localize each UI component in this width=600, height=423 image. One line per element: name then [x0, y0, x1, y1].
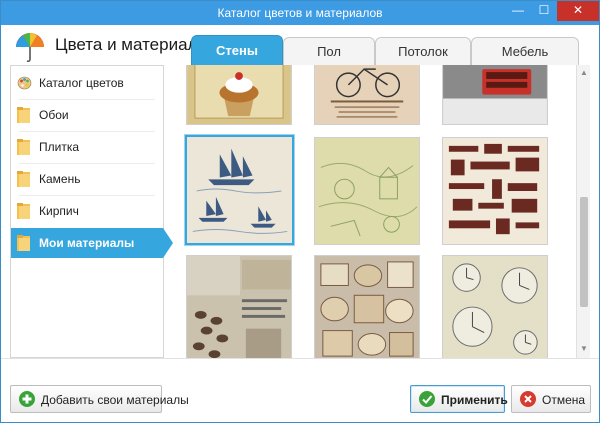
title-bar[interactable]: Каталог цветов и материалов — ☐ ✕: [1, 1, 599, 25]
material-tile-clocks[interactable]: [442, 255, 548, 358]
scroll-down-arrow-icon[interactable]: ▼: [577, 343, 591, 355]
sidebar-item-label: Мои материалы: [39, 236, 135, 250]
umbrella-logo-icon: [16, 33, 44, 63]
apply-button[interactable]: Применить: [410, 385, 508, 413]
sidebar: Каталог цветов Обои Плитка Камень Кирпич…: [10, 65, 173, 358]
sidebar-item-stone[interactable]: Камень: [11, 164, 163, 194]
sidebar-item-label: Обои: [39, 108, 69, 122]
material-tile-coffee-collage[interactable]: [186, 255, 292, 358]
material-tile-coffee-lettering[interactable]: [442, 137, 548, 245]
folder-icon: [17, 235, 30, 251]
red-bus-photo-texture-image: [443, 65, 547, 124]
sidebar-item-label: Камень: [39, 172, 81, 186]
minimize-button[interactable]: —: [505, 1, 531, 21]
vintage-map-texture-image: [315, 138, 419, 244]
tab-ceiling[interactable]: Потолок: [375, 37, 471, 65]
cancel-label: Отмена: [542, 393, 586, 407]
cancel-x-icon: [520, 391, 536, 407]
vintage-labels-texture-image: [315, 256, 419, 358]
sidebar-item-label: Каталог цветов: [39, 76, 124, 90]
sailing-ships-texture-image: [187, 137, 292, 243]
folder-icon: [17, 171, 30, 187]
sidebar-item-label: Кирпич: [39, 204, 79, 218]
sidebar-item-label: Плитка: [39, 140, 80, 154]
folder-icon: [17, 107, 30, 123]
sidebar-item-tile[interactable]: Плитка: [11, 132, 163, 162]
dialog-window: Каталог цветов и материалов — ☐ ✕ Цвета …: [0, 0, 600, 423]
material-tile-cupcake[interactable]: [186, 65, 292, 125]
tab-floor[interactable]: Пол: [283, 37, 375, 65]
scroll-thumb[interactable]: [580, 197, 588, 307]
folder-icon: [17, 203, 30, 219]
apply-label: Применить: [441, 393, 508, 407]
materials-grid: [176, 65, 576, 358]
material-tile-vintage-labels[interactable]: [314, 255, 420, 358]
tab-furniture[interactable]: Мебель: [471, 37, 579, 65]
clocks-texture-image: [443, 256, 547, 358]
material-tile-vintage-map[interactable]: [314, 137, 420, 245]
sidebar-item-wallpaper[interactable]: Обои: [11, 100, 163, 130]
add-materials-label: Добавить свои материалы: [41, 393, 189, 407]
cancel-button[interactable]: Отмена: [511, 385, 591, 413]
tab-walls[interactable]: Стены: [191, 35, 283, 65]
check-icon: [419, 391, 435, 407]
plus-icon: [19, 391, 35, 407]
app-title: Цвета и материалы: [55, 35, 210, 54]
maximize-button[interactable]: ☐: [531, 1, 557, 21]
sidebar-item-color-catalog[interactable]: Каталог цветов: [11, 68, 163, 98]
material-tile-red-bus[interactable]: [442, 65, 548, 125]
coffee-lettering-texture-image: [443, 138, 547, 244]
close-button[interactable]: ✕: [557, 1, 599, 21]
add-materials-button[interactable]: Добавить свои материалы: [10, 385, 189, 413]
grid-scrollbar[interactable]: ▲ ▼: [576, 65, 590, 358]
category-tabs: Стены Пол Потолок Мебель: [191, 35, 599, 65]
folder-icon: [17, 139, 30, 155]
scroll-up-arrow-icon[interactable]: ▲: [577, 67, 591, 79]
material-tile-bicycle-poster[interactable]: [314, 65, 420, 125]
material-tile-sailing-ships[interactable]: [185, 135, 294, 245]
palette-icon: [17, 76, 32, 90]
sidebar-item-my-materials[interactable]: Мои материалы: [11, 228, 173, 258]
bicycle-poster-texture-image: [315, 65, 419, 124]
cupcake-texture-image: [187, 65, 291, 124]
sidebar-item-brick[interactable]: Кирпич: [11, 196, 163, 226]
footer: Добавить свои материалы Применить Отмена: [1, 358, 599, 422]
active-pointer: [163, 228, 173, 258]
coffee-collage-texture-image: [187, 256, 291, 358]
